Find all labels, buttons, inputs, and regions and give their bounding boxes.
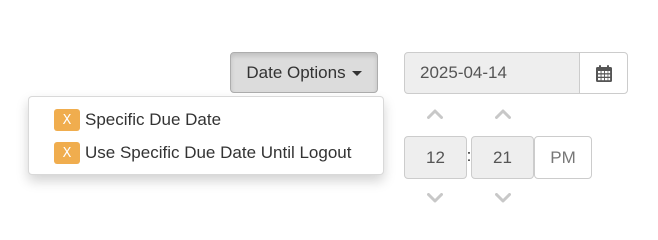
hour-increment-button[interactable]	[420, 104, 450, 124]
date-options-button[interactable]: Date Options	[230, 52, 378, 93]
minute-input[interactable]	[471, 136, 534, 179]
menu-item-label: Specific Due Date	[85, 110, 222, 129]
due-date-controls: Date Options X Specific Due Date X Use S…	[0, 0, 658, 229]
calendar-icon	[595, 64, 612, 82]
chevron-up-icon	[495, 109, 511, 119]
minute-increment-button[interactable]	[488, 104, 518, 124]
menu-item-specific-due-date[interactable]: X Specific Due Date	[54, 107, 221, 133]
menu-item-specific-due-date-until-logout[interactable]: X Use Specific Due Date Until Logout	[54, 140, 351, 166]
date-input[interactable]	[404, 52, 580, 94]
x-badge: X	[54, 109, 80, 131]
x-badge: X	[54, 142, 80, 164]
calendar-button[interactable]	[579, 52, 628, 94]
date-options-label: Date Options	[246, 62, 346, 82]
hour-decrement-button[interactable]	[420, 188, 450, 208]
meridian-toggle[interactable]: PM	[534, 136, 592, 179]
caret-down-icon	[351, 71, 362, 76]
menu-item-label: Use Specific Due Date Until Logout	[85, 143, 352, 162]
chevron-down-icon	[427, 193, 443, 203]
hour-input[interactable]	[404, 136, 467, 179]
chevron-up-icon	[427, 109, 443, 119]
minute-decrement-button[interactable]	[488, 188, 518, 208]
date-options-menu: X Specific Due Date X Use Specific Due D…	[28, 96, 384, 175]
chevron-down-icon	[495, 193, 511, 203]
